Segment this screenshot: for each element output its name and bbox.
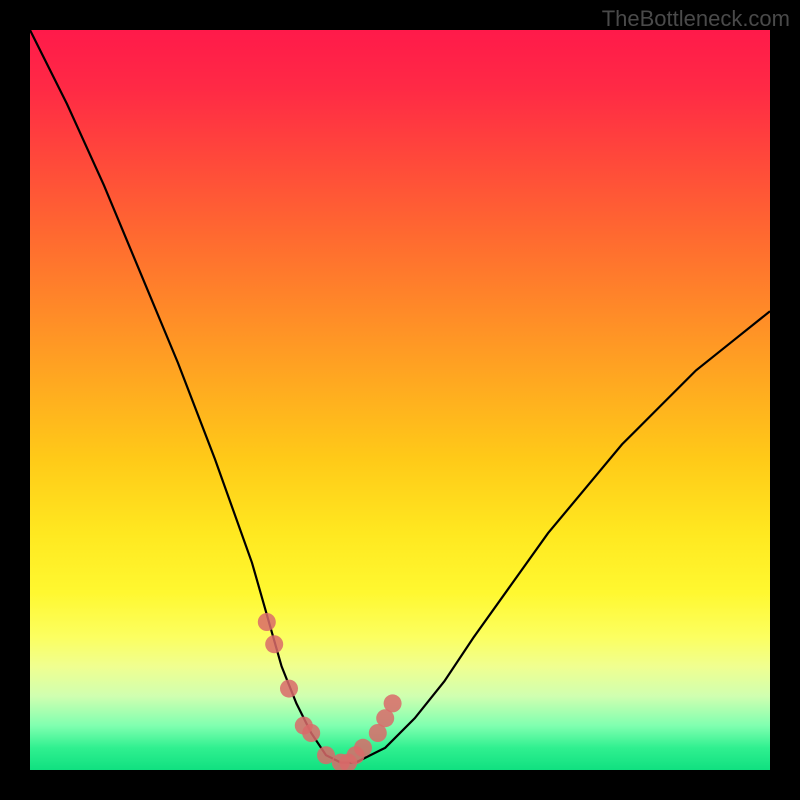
marker-point <box>258 613 276 631</box>
chart-plot-area <box>30 30 770 770</box>
marker-point <box>302 724 320 742</box>
marker-point <box>265 635 283 653</box>
highlight-markers <box>30 30 770 770</box>
marker-point <box>354 739 372 757</box>
marker-point <box>384 694 402 712</box>
marker-point <box>280 680 298 698</box>
watermark-text: TheBottleneck.com <box>602 6 790 32</box>
